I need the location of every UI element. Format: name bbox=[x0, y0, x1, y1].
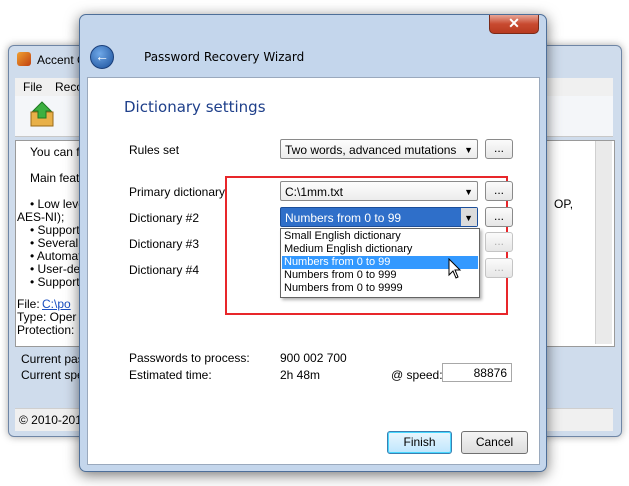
rules-set-label: Rules set bbox=[129, 143, 180, 157]
finish-button[interactable]: Finish bbox=[387, 431, 452, 454]
cancel-button[interactable]: Cancel bbox=[461, 431, 528, 454]
info-line: AES-NI); bbox=[17, 210, 65, 224]
menu-file[interactable]: File bbox=[23, 80, 42, 94]
primary-dictionary-label: Primary dictionary bbox=[129, 185, 226, 199]
dropdown-option[interactable]: Small English dictionary bbox=[282, 230, 478, 243]
dictionary4-label: Dictionary #4 bbox=[129, 263, 200, 277]
dropdown-option[interactable]: Medium English dictionary bbox=[282, 243, 478, 256]
info-fragment: OP, bbox=[554, 197, 574, 211]
dictionary4-browse-button[interactable]: ... bbox=[485, 258, 513, 278]
dictionary2-value: Numbers from 0 to 99 bbox=[285, 211, 402, 225]
dictionary2-browse-button[interactable]: ... bbox=[485, 207, 513, 227]
info-line: • Several bbox=[30, 236, 79, 250]
dictionary2-select[interactable]: Numbers from 0 to 99 ▼ bbox=[280, 207, 478, 227]
dictionary2-label: Dictionary #2 bbox=[129, 211, 200, 225]
file-link[interactable]: C:\po bbox=[42, 297, 71, 311]
copyright-text: © 2010-201 bbox=[19, 413, 82, 427]
dictionary3-label: Dictionary #3 bbox=[129, 237, 200, 251]
dropdown-option[interactable]: Numbers from 0 to 9999 bbox=[282, 282, 478, 295]
rules-set-value: Two words, advanced mutations bbox=[285, 143, 457, 157]
passwords-to-process-value: 900 002 700 bbox=[280, 351, 347, 365]
rules-set-select[interactable]: Two words, advanced mutations ▼ bbox=[280, 139, 478, 159]
info-line: • User-def bbox=[30, 262, 84, 276]
file-label: File: bbox=[17, 297, 40, 311]
app-icon bbox=[17, 52, 31, 66]
chevron-down-icon: ▼ bbox=[464, 213, 473, 223]
page-heading: Dictionary settings bbox=[124, 98, 266, 116]
speed-value: 88876 bbox=[442, 363, 512, 382]
chevron-down-icon: ▼ bbox=[464, 187, 473, 197]
dialog-title: Password Recovery Wizard bbox=[144, 50, 305, 64]
close-button[interactable]: ✕ bbox=[489, 15, 539, 34]
open-folder-icon[interactable] bbox=[29, 100, 55, 128]
info-line: • Automat bbox=[30, 249, 82, 263]
current-speed-label: Current spe bbox=[21, 368, 84, 382]
info-line: You can fi bbox=[30, 145, 83, 159]
vertical-scrollbar[interactable] bbox=[595, 141, 612, 344]
rules-set-browse-button[interactable]: ... bbox=[485, 139, 513, 159]
primary-dictionary-value: C:\1mm.txt bbox=[285, 185, 344, 199]
estimated-time-label: Estimated time: bbox=[129, 368, 212, 382]
primary-dictionary-select[interactable]: C:\1mm.txt ▼ bbox=[280, 181, 478, 201]
speed-label: @ speed: bbox=[391, 368, 443, 382]
passwords-to-process-label: Passwords to process: bbox=[129, 351, 250, 365]
info-line: Main featu bbox=[30, 171, 87, 185]
chevron-down-icon: ▼ bbox=[464, 145, 473, 155]
back-arrow-icon[interactable]: ← bbox=[90, 45, 114, 69]
type-line: Type: Oper bbox=[17, 310, 77, 324]
estimated-time-value: 2h 48m bbox=[280, 368, 321, 382]
info-line: • Support bbox=[30, 223, 80, 237]
primary-dictionary-browse-button[interactable]: ... bbox=[485, 181, 513, 201]
dictionary3-browse-button[interactable]: ... bbox=[485, 232, 513, 252]
info-line: • Support bbox=[30, 275, 80, 289]
mouse-pointer-icon bbox=[448, 258, 462, 279]
protection-line: Protection: bbox=[17, 323, 75, 337]
